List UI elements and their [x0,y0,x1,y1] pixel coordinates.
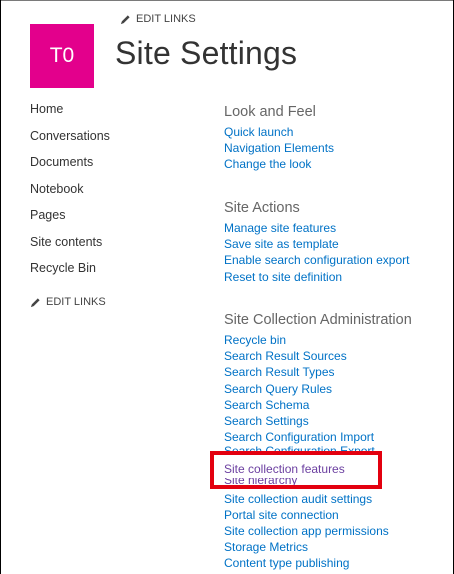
link-search-result-types[interactable]: Search Result Types [224,364,412,380]
look-and-feel-group: Look and Feel Quick launch Navigation El… [224,103,334,173]
link-enable-search-configuration-export[interactable]: Enable search configuration export [224,252,409,268]
nav-item-site-contents[interactable]: Site contents [30,233,110,260]
page-title: Site Settings [115,35,298,71]
edit-links-label: EDIT LINKS [46,296,106,308]
link-content-type-publishing[interactable]: Content type publishing [224,555,412,571]
edit-links-header-button[interactable]: EDIT LINKS [120,13,196,25]
group-heading-site-collection-administration: Site Collection Administration [224,312,412,328]
link-site-hierarchy-label: Site hierarchy [224,477,298,487]
link-quick-launch[interactable]: Quick launch [224,124,334,140]
link-portal-site-connection[interactable]: Portal site connection [224,507,412,523]
edit-links-label: EDIT LINKS [136,13,196,25]
site-logo-text: T0 [49,44,75,67]
nav-item-documents[interactable]: Documents [30,153,110,180]
nav-item-recycle-bin[interactable]: Recycle Bin [30,259,110,286]
nav-item-pages[interactable]: Pages [30,206,110,233]
link-recycle-bin[interactable]: Recycle bin [224,332,412,348]
link-search-result-sources[interactable]: Search Result Sources [224,348,412,364]
group-heading-look-and-feel: Look and Feel [224,104,316,120]
link-search-settings[interactable]: Search Settings [224,413,412,429]
link-search-schema[interactable]: Search Schema [224,397,412,413]
link-search-configuration-import[interactable]: Search Configuration Import [224,429,412,445]
pencil-icon [30,297,40,307]
group-heading-site-actions: Site Actions [224,200,300,216]
nav-item-notebook[interactable]: Notebook [30,180,110,207]
nav-item-conversations[interactable]: Conversations [30,127,110,154]
link-save-site-as-template[interactable]: Save site as template [224,236,409,252]
link-site-hierarchy[interactable]: Site hierarchy [224,478,412,488]
site-actions-group: Site Actions Manage site features Save s… [224,199,409,285]
link-manage-site-features[interactable]: Manage site features [224,220,409,236]
link-site-collection-app-permissions[interactable]: Site collection app permissions [224,523,412,539]
link-site-collection-features[interactable]: Site collection features [224,461,412,477]
link-change-the-look[interactable]: Change the look [224,156,334,172]
link-storage-metrics[interactable]: Storage Metrics [224,539,412,555]
quick-launch-nav: Home Conversations Documents Notebook Pa… [30,100,110,286]
nav-item-home[interactable]: Home [30,100,110,127]
link-site-collection-audit-settings[interactable]: Site collection audit settings [224,491,412,507]
site-collection-administration-group: Site Collection Administration Recycle b… [224,311,412,571]
edit-links-nav-button[interactable]: EDIT LINKS [30,296,106,308]
link-navigation-elements[interactable]: Navigation Elements [224,140,334,156]
link-search-configuration-export[interactable]: Search Configuration Export [224,445,412,455]
link-search-query-rules[interactable]: Search Query Rules [224,381,412,397]
pencil-icon [120,14,130,24]
site-logo[interactable]: T0 [30,24,94,88]
link-reset-to-site-definition[interactable]: Reset to site definition [224,269,409,285]
window-left-border [0,0,1,574]
window-top-border [0,0,454,1]
